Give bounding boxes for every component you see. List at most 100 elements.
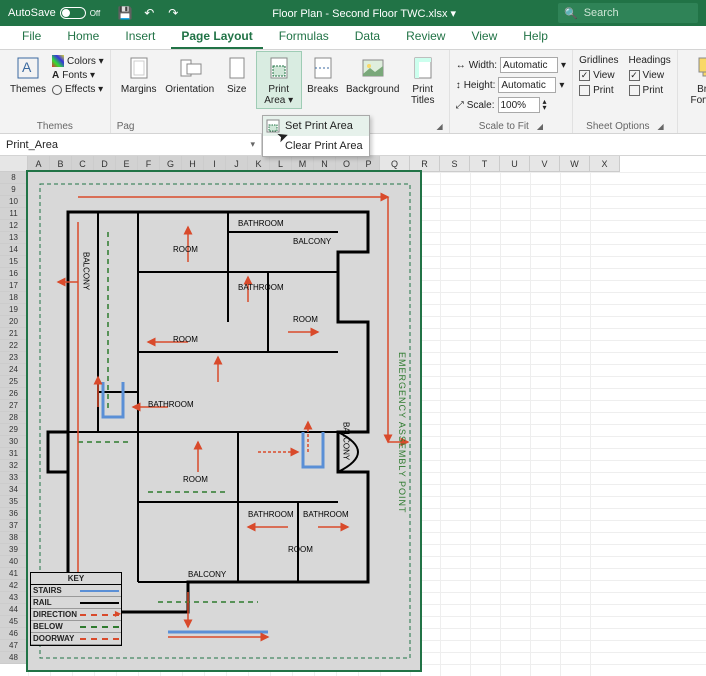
- column-header[interactable]: L: [270, 156, 292, 172]
- column-header[interactable]: I: [204, 156, 226, 172]
- row-header[interactable]: 15: [0, 256, 28, 268]
- tab-page-layout[interactable]: Page Layout: [171, 25, 262, 49]
- column-header[interactable]: N: [314, 156, 336, 172]
- column-header[interactable]: R: [410, 156, 440, 172]
- row-header[interactable]: 45: [0, 616, 28, 628]
- row-header[interactable]: 17: [0, 280, 28, 292]
- row-header[interactable]: 32: [0, 460, 28, 472]
- row-header[interactable]: 19: [0, 304, 28, 316]
- select-all-button[interactable]: [0, 156, 28, 172]
- row-header[interactable]: 44: [0, 604, 28, 616]
- tab-review[interactable]: Review: [396, 25, 455, 49]
- column-header[interactable]: U: [500, 156, 530, 172]
- themes-button[interactable]: A Themes: [6, 52, 50, 97]
- column-header[interactable]: Q: [380, 156, 410, 172]
- width-combo[interactable]: Automatic: [500, 57, 558, 73]
- print-titles-button[interactable]: Print Titles: [403, 52, 443, 108]
- tab-home[interactable]: Home: [57, 25, 109, 49]
- row-header[interactable]: 9: [0, 184, 28, 196]
- row-header[interactable]: 22: [0, 340, 28, 352]
- gridlines-print-checkbox[interactable]: Print: [579, 84, 618, 97]
- tab-insert[interactable]: Insert: [115, 25, 165, 49]
- column-header[interactable]: K: [248, 156, 270, 172]
- column-header[interactable]: W: [560, 156, 590, 172]
- bring-forward-button[interactable]: Bring Forward ▾: [684, 52, 706, 119]
- scale-spinner[interactable]: 100%: [498, 97, 540, 113]
- autosave-toggle[interactable]: AutoSave Off: [0, 7, 108, 19]
- breaks-button[interactable]: Breaks: [303, 52, 343, 97]
- row-header[interactable]: 30: [0, 436, 28, 448]
- search-input[interactable]: 🔍 Search: [558, 3, 698, 23]
- row-header[interactable]: 41: [0, 568, 28, 580]
- row-header[interactable]: 28: [0, 412, 28, 424]
- row-header[interactable]: 12: [0, 220, 28, 232]
- dialog-launcher-icon[interactable]: ◢: [658, 122, 664, 131]
- row-header[interactable]: 14: [0, 244, 28, 256]
- margins-button[interactable]: Margins: [117, 52, 161, 97]
- row-header[interactable]: 8: [0, 172, 28, 184]
- headings-print-checkbox[interactable]: Print: [629, 84, 671, 97]
- row-header[interactable]: 38: [0, 532, 28, 544]
- height-combo[interactable]: Automatic: [498, 77, 556, 93]
- row-header[interactable]: 23: [0, 352, 28, 364]
- row-header[interactable]: 43: [0, 592, 28, 604]
- row-header[interactable]: 39: [0, 544, 28, 556]
- row-header[interactable]: 36: [0, 508, 28, 520]
- row-header[interactable]: 11: [0, 208, 28, 220]
- row-header[interactable]: 27: [0, 400, 28, 412]
- row-header[interactable]: 37: [0, 520, 28, 532]
- column-header[interactable]: J: [226, 156, 248, 172]
- column-header[interactable]: A: [28, 156, 50, 172]
- row-header[interactable]: 26: [0, 388, 28, 400]
- column-header[interactable]: X: [590, 156, 620, 172]
- background-button[interactable]: Background: [345, 52, 401, 97]
- row-header[interactable]: 40: [0, 556, 28, 568]
- fonts-button[interactable]: AFonts ▾: [52, 69, 104, 82]
- row-header[interactable]: 31: [0, 448, 28, 460]
- column-header[interactable]: O: [336, 156, 358, 172]
- gridlines-view-checkbox[interactable]: ✓View: [579, 69, 618, 82]
- save-button[interactable]: 💾: [114, 2, 136, 24]
- row-header[interactable]: 24: [0, 364, 28, 376]
- row-header[interactable]: 20: [0, 316, 28, 328]
- dialog-launcher-icon[interactable]: ◢: [437, 122, 443, 131]
- name-box[interactable]: Print_Area: [0, 134, 262, 155]
- row-header[interactable]: 48: [0, 652, 28, 664]
- column-header[interactable]: D: [94, 156, 116, 172]
- column-header[interactable]: V: [530, 156, 560, 172]
- column-header[interactable]: E: [116, 156, 138, 172]
- column-header[interactable]: M: [292, 156, 314, 172]
- cells-area[interactable]: ROOM BATHROOM BALCONY BATHROOM ROOM ROOM…: [28, 172, 706, 676]
- row-header[interactable]: 13: [0, 232, 28, 244]
- row-header[interactable]: 10: [0, 196, 28, 208]
- row-header[interactable]: 34: [0, 484, 28, 496]
- row-header[interactable]: 35: [0, 496, 28, 508]
- column-header[interactable]: G: [160, 156, 182, 172]
- row-header[interactable]: 25: [0, 376, 28, 388]
- size-button[interactable]: Size: [219, 52, 255, 97]
- tab-view[interactable]: View: [461, 25, 507, 49]
- row-header[interactable]: 18: [0, 292, 28, 304]
- row-header[interactable]: 42: [0, 580, 28, 592]
- column-header[interactable]: F: [138, 156, 160, 172]
- row-header[interactable]: 46: [0, 628, 28, 640]
- row-header[interactable]: 33: [0, 472, 28, 484]
- tab-formulas[interactable]: Formulas: [269, 25, 339, 49]
- row-header[interactable]: 21: [0, 328, 28, 340]
- print-area-button[interactable]: Print Area ▾: [257, 52, 301, 108]
- column-header[interactable]: T: [470, 156, 500, 172]
- row-header[interactable]: 16: [0, 268, 28, 280]
- column-header[interactable]: S: [440, 156, 470, 172]
- worksheet-grid[interactable]: ABCDEFGHIJKLMNOPQRSTUVWX 891011121314151…: [0, 156, 706, 676]
- tab-help[interactable]: Help: [513, 25, 558, 49]
- headings-view-checkbox[interactable]: ✓View: [629, 69, 671, 82]
- column-header[interactable]: B: [50, 156, 72, 172]
- row-header[interactable]: 47: [0, 640, 28, 652]
- row-headers[interactable]: 8910111213141516171819202122232425262728…: [0, 172, 28, 664]
- dialog-launcher-icon[interactable]: ◢: [537, 122, 543, 131]
- orientation-button[interactable]: Orientation: [163, 52, 217, 97]
- column-header[interactable]: C: [72, 156, 94, 172]
- redo-button[interactable]: ↷: [162, 2, 184, 24]
- undo-button[interactable]: ↶: [138, 2, 160, 24]
- effects-button[interactable]: Effects ▾: [52, 83, 104, 96]
